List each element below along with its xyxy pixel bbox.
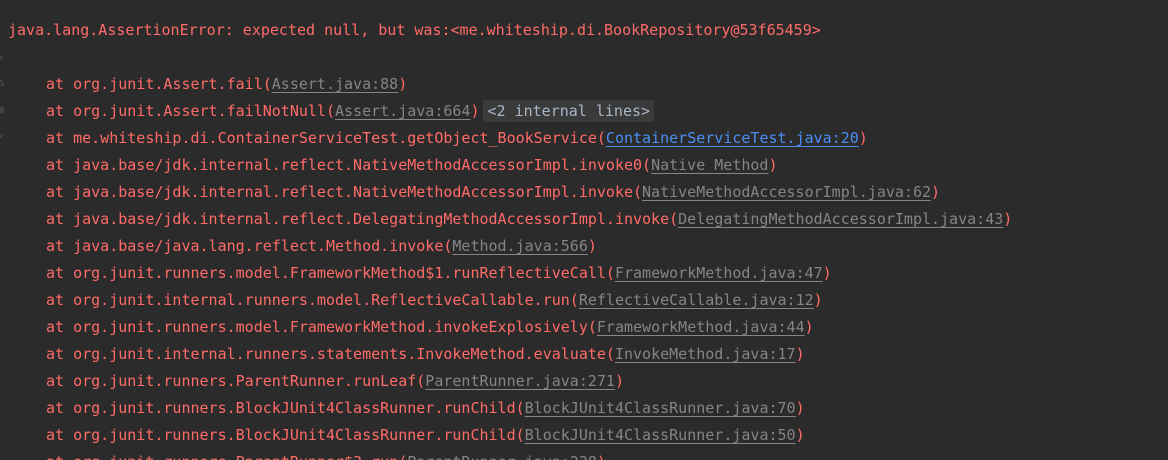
stack-frame: at java.base/java.lang.reflect.Method.in… [0, 233, 1168, 260]
source-link[interactable]: FrameworkMethod.java:44 [597, 318, 805, 336]
frame-method: at org.junit.Assert.failNotNull( [46, 102, 335, 120]
stack-frame: at org.junit.runners.ParentRunner.runLea… [0, 368, 1168, 395]
frame-close-paren: ) [931, 183, 941, 201]
source-link[interactable]: InvokeMethod.java:17 [615, 345, 796, 363]
stack-frame: at me.whiteship.di.ContainerServiceTest.… [0, 125, 1168, 152]
frame-method: at me.whiteship.di.ContainerServiceTest.… [46, 129, 606, 147]
stack-frame: at org.junit.runners.ParentRunner$3.run(… [0, 449, 1168, 460]
source-link[interactable]: DelegatingMethodAccessorImpl.java:43 [678, 210, 1003, 228]
source-link[interactable]: ParentRunner.java:238 [407, 453, 597, 460]
stack-frame: at java.base/jdk.internal.reflect.Native… [0, 179, 1168, 206]
frame-close-paren: ) [470, 102, 480, 120]
console-output: java.lang.AssertionError: expected null,… [0, 17, 1168, 460]
source-link[interactable]: Native Method [651, 156, 768, 174]
frame-method: at java.base/jdk.internal.reflect.Native… [46, 156, 652, 174]
frame-close-paren: ) [795, 426, 805, 444]
source-link[interactable]: Assert.java:88 [272, 75, 398, 93]
frame-method: at java.base/jdk.internal.reflect.Native… [46, 183, 643, 201]
stack-frame: at org.junit.runners.model.FrameworkMeth… [0, 260, 1168, 287]
frame-close-paren: ) [768, 156, 778, 174]
frame-method: at java.base/java.lang.reflect.Method.in… [46, 237, 453, 255]
frame-close-paren: ) [587, 237, 597, 255]
frame-close-paren: ) [795, 399, 805, 417]
source-link[interactable]: Method.java:566 [452, 237, 587, 255]
source-link[interactable]: FrameworkMethod.java:47 [615, 264, 823, 282]
frame-close-paren: ) [813, 291, 823, 309]
stack-frame: at java.base/jdk.internal.reflect.Delega… [0, 206, 1168, 233]
frame-close-paren: ) [398, 75, 408, 93]
frame-method: at java.base/jdk.internal.reflect.Delega… [46, 210, 679, 228]
stack-frame: at org.junit.runners.model.FrameworkMeth… [0, 314, 1168, 341]
frame-close-paren: ) [614, 372, 624, 390]
frame-method: at org.junit.runners.model.FrameworkMeth… [46, 264, 615, 282]
frame-close-paren: ) [597, 453, 606, 460]
frame-close-paren: ) [1003, 210, 1013, 228]
source-link[interactable]: ContainerServiceTest.java:20 [606, 129, 859, 147]
internal-lines-fold[interactable]: <2 internal lines> [483, 100, 655, 122]
stack-frame: at org.junit.internal.runners.statements… [0, 341, 1168, 368]
source-link[interactable]: BlockJUnit4ClassRunner.java:70 [525, 399, 796, 417]
error-message: java.lang.AssertionError: expected null,… [8, 21, 821, 39]
frame-method: at org.junit.internal.runners.statements… [46, 345, 615, 363]
frame-method: at org.junit.runners.BlockJUnit4ClassRun… [46, 399, 525, 417]
source-link[interactable]: ParentRunner.java:271 [425, 372, 615, 390]
frame-method: at org.junit.internal.runners.model.Refl… [46, 291, 579, 309]
frame-close-paren: ) [804, 318, 814, 336]
source-link[interactable]: ReflectiveCallable.java:12 [579, 291, 814, 309]
stack-frame: at java.base/jdk.internal.reflect.Native… [0, 152, 1168, 179]
frame-method: at org.junit.runners.BlockJUnit4ClassRun… [46, 426, 525, 444]
stack-frame: at org.junit.Assert.failNotNull(Assert.j… [0, 98, 1168, 125]
frame-method: at org.junit.runners.ParentRunner.runLea… [46, 372, 426, 390]
stack-frame: at org.junit.Assert.fail(Assert.java:88) [0, 71, 1168, 98]
frame-close-paren: ) [822, 264, 832, 282]
stack-frame: at org.junit.runners.BlockJUnit4ClassRun… [0, 395, 1168, 422]
frame-method: at org.junit.Assert.fail( [46, 75, 272, 93]
frame-close-paren: ) [858, 129, 868, 147]
frame-method: at org.junit.runners.ParentRunner$3.run( [46, 453, 407, 460]
source-link[interactable]: BlockJUnit4ClassRunner.java:50 [525, 426, 796, 444]
frame-close-paren: ) [795, 345, 805, 363]
frame-method: at org.junit.runners.model.FrameworkMeth… [46, 318, 597, 336]
stack-frame: at org.junit.runners.BlockJUnit4ClassRun… [0, 422, 1168, 449]
source-link[interactable]: Assert.java:664 [335, 102, 470, 120]
source-link[interactable]: NativeMethodAccessorImpl.java:62 [642, 183, 931, 201]
stack-frame: at org.junit.internal.runners.model.Refl… [0, 287, 1168, 314]
